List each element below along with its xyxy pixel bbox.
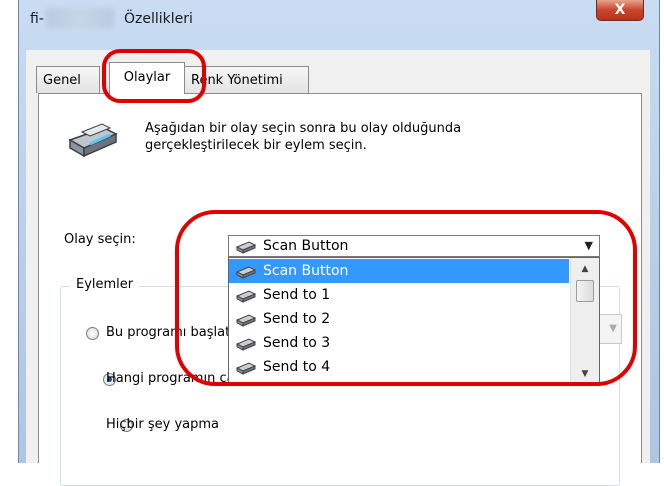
dropdown-option-label: Send to 1 (263, 287, 331, 303)
tab-olaylar-label: Olaylar (123, 70, 171, 85)
scanner-small-icon (235, 290, 257, 303)
radio-start-program-label: Bu programı başlat (106, 325, 231, 340)
dropdown-option-label: Scan Button (263, 263, 349, 279)
dropdown-option-scan-button[interactable]: Scan Button (229, 259, 569, 283)
dropdown-option-send-to-1[interactable]: Send to 1 (229, 283, 569, 307)
dropdown-option-send-to-2[interactable]: Send to 2 (229, 307, 569, 331)
blurred-model-name (46, 8, 114, 28)
program-select-arrow-icon: ▼ (609, 323, 617, 334)
scanner-small-icon (235, 266, 257, 279)
tab-genel-label: Genel (43, 73, 81, 88)
dropdown-option-label: Send to 2 (263, 311, 331, 327)
chevron-down-icon: ▼ (584, 239, 593, 252)
scrollbar-thumb[interactable] (576, 280, 594, 302)
dropdown-option-label: Send to 3 (263, 335, 331, 351)
scanner-small-icon (235, 241, 257, 254)
close-icon: X (614, 2, 626, 18)
window-title: Özellikleri (124, 11, 193, 27)
event-select-value: Scan Button (263, 238, 349, 254)
actions-group-title: Eylemler (70, 277, 140, 292)
window-title-prefix: fi- (30, 11, 44, 27)
dropdown-scrollbar[interactable]: ▲ ▼ (570, 258, 599, 384)
scanner-small-icon (235, 314, 257, 327)
scanner-icon (68, 123, 118, 158)
radio-start-program[interactable] (86, 327, 99, 340)
event-description: Aşağıdan bir olay seçin sonra bu olay ol… (145, 121, 462, 153)
close-button[interactable]: X (596, 0, 644, 21)
event-dropdown-list: Scan Button Send to 1 Send to 2 Send to … (228, 257, 600, 385)
tab-olaylar[interactable]: Olaylar (109, 62, 185, 94)
dropdown-option-send-to-3[interactable]: Send to 3 (229, 331, 569, 355)
scanner-small-icon (235, 338, 257, 351)
tab-renk-yonetimi[interactable]: Renk Yönetimi (184, 66, 309, 93)
event-select[interactable]: Scan Button ▼ (228, 235, 600, 257)
scroll-down-icon[interactable]: ▼ (571, 365, 599, 382)
scanner-small-icon (235, 362, 257, 375)
event-select-label: Olay seçin: (64, 232, 136, 247)
scroll-up-icon[interactable]: ▲ (571, 260, 599, 277)
dropdown-option-send-to-4[interactable]: Send to 4 (229, 355, 569, 379)
tab-genel[interactable]: Genel (36, 66, 100, 93)
dropdown-option-label: Send to 4 (263, 359, 331, 375)
tab-renk-yonetimi-label: Renk Yönetimi (191, 73, 283, 88)
radio-do-nothing-label: Hiçbir şey yapma (106, 417, 220, 432)
